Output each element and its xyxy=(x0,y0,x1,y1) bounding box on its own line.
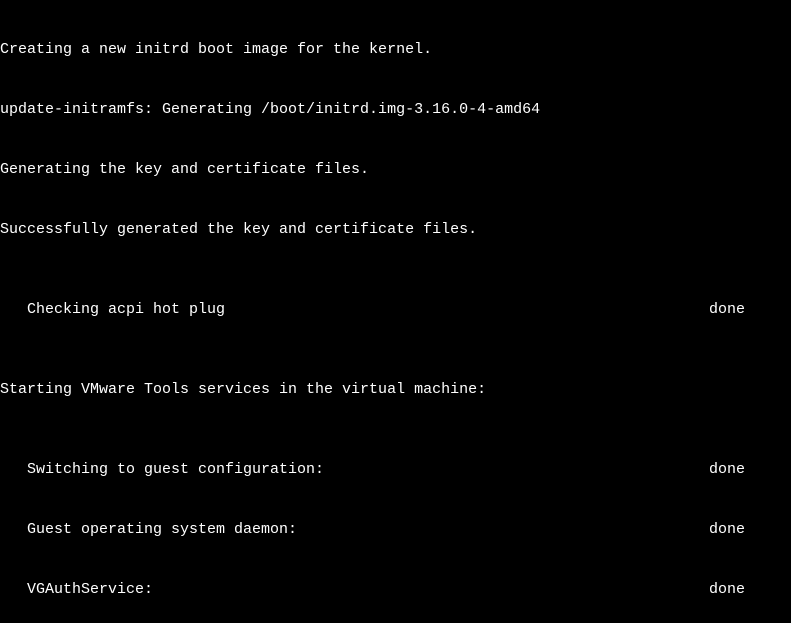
status-label: VGAuthService: xyxy=(0,580,153,600)
status-label: Guest operating system daemon: xyxy=(0,520,297,540)
terminal-status-line: Switching to guest configuration: done xyxy=(0,460,791,480)
status-result: done xyxy=(709,520,791,540)
status-result: done xyxy=(709,580,791,600)
status-result: done xyxy=(709,460,791,480)
status-label: Checking acpi hot plug xyxy=(0,300,225,320)
status-result: done xyxy=(709,300,791,320)
terminal-output-line: Creating a new initrd boot image for the… xyxy=(0,40,791,60)
terminal-output-line: update-initramfs: Generating /boot/initr… xyxy=(0,100,791,120)
terminal-output-line: Starting VMware Tools services in the vi… xyxy=(0,380,791,400)
status-label: Switching to guest configuration: xyxy=(0,460,324,480)
terminal[interactable]: Creating a new initrd boot image for the… xyxy=(0,0,791,623)
terminal-output-line: Successfully generated the key and certi… xyxy=(0,220,791,240)
terminal-status-line: Guest operating system daemon: done xyxy=(0,520,791,540)
terminal-output-line: Generating the key and certificate files… xyxy=(0,160,791,180)
terminal-status-line: VGAuthService: done xyxy=(0,580,791,600)
terminal-status-line: Checking acpi hot plug done xyxy=(0,300,791,320)
